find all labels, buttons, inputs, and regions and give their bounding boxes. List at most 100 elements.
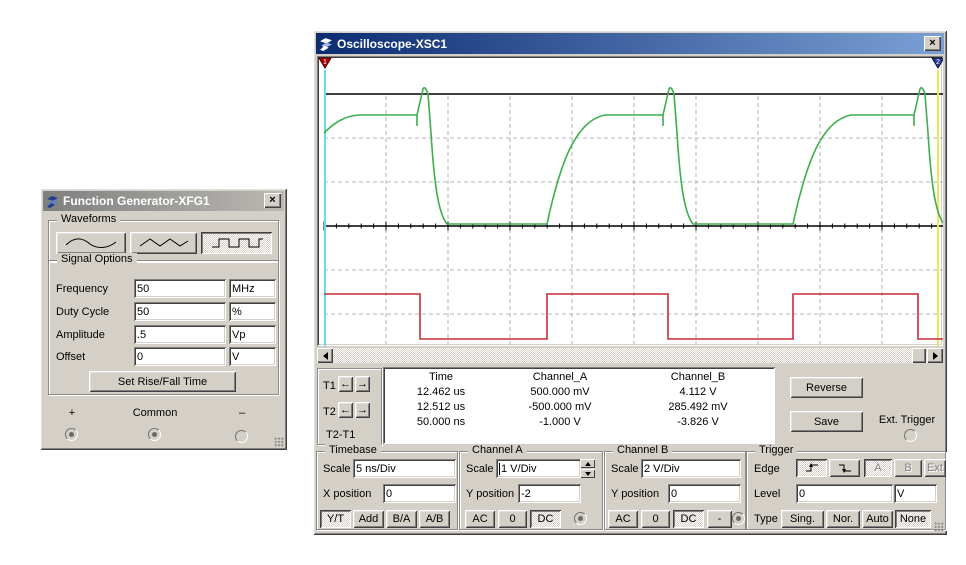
trigger-group: Trigger Edge A B Ext Level 0 V Type Sing… [746,451,946,530]
triangle-wave-button[interactable] [130,232,197,254]
duty-cycle-label: Duty Cycle [56,306,109,318]
fg-titlebar[interactable]: Function Generator-XFG1 × [43,191,284,211]
trigger-source-b-button[interactable]: B [894,459,922,477]
trigger-level-input[interactable]: 0 [796,484,893,503]
frequency-input[interactable]: 50 [134,279,226,298]
channel-b-zero-button[interactable]: 0 [641,510,670,528]
channel-a-scale-input[interactable]: 1 V/Div [496,459,581,478]
amplitude-unit-input[interactable]: Vp [229,325,276,344]
square-wave-button[interactable] [201,232,272,254]
trigger-type-sing-button[interactable]: Sing. [781,510,824,528]
channel-b-ac-button[interactable]: AC [608,510,638,528]
amplitude-input[interactable]: .5 [134,325,226,344]
scope-titlebar[interactable]: Oscilloscope-XSC1 × [316,33,944,54]
terminal-common-label: Common [125,407,185,419]
timebase-ba-button[interactable]: B/A [386,510,417,528]
terminal-common-radio[interactable] [148,428,161,441]
window-icon [319,37,333,51]
timebase-scale-input[interactable]: 5 ns/Div [353,459,456,478]
terminal-minus-label: – [234,407,250,419]
channel-a-terminal[interactable] [574,512,587,525]
timebase-group-label: Timebase [325,444,381,456]
trigger-level-unit-input[interactable]: V [894,484,937,503]
scrollbar-thumb[interactable] [912,348,926,363]
ext-trigger-terminal[interactable] [904,429,917,442]
set-rise-fall-time-button[interactable]: Set Rise/Fall Time [89,371,236,392]
trigger-level-label: Level [754,488,780,500]
channel-b-yposition-input[interactable]: 0 [668,484,741,503]
frequency-label: Frequency [56,283,108,295]
spinner-up-button[interactable] [580,459,595,468]
t1-left-button[interactable]: ← [338,376,353,392]
sine-wave-button[interactable] [56,232,126,254]
timebase-ab-button[interactable]: A/B [419,510,450,528]
square-wave-icon [208,235,266,251]
offset-label: Offset [56,351,85,363]
waveforms-group-label: Waveforms [57,213,120,225]
trigger-source-ext-button[interactable]: Ext [924,459,946,477]
t2-channel-a-value: -500.000 mV [495,401,625,413]
timebase-yt-button[interactable]: Y/T [320,510,351,528]
terminal-plus-radio[interactable] [65,428,78,441]
trigger-type-label: Type [754,513,778,525]
falling-edge-icon [838,462,852,474]
channel-b-dc-button[interactable]: DC [673,510,704,528]
scope-close-button[interactable]: × [924,36,941,51]
channel-b-yposition-label: Y position [611,488,659,500]
desktop: { "icons": { "close": "×", "left_arrow":… [0,0,966,565]
oscilloscope-window: Oscilloscope-XSC1 × 12 T1 ← → T2 ← → T2-… [313,30,947,535]
channel-b-terminal[interactable] [732,512,745,525]
channel-a-yposition-label: Y position [466,488,514,500]
reverse-button[interactable]: Reverse [790,377,863,398]
dt-channel-a-value: -1.000 V [495,416,625,428]
scope-display[interactable]: 12 [317,56,943,346]
trigger-type-none-button[interactable]: None [895,510,931,528]
trigger-falling-edge-button[interactable] [829,459,860,477]
t1-right-button[interactable]: → [355,376,370,392]
timebase-group: Timebase Scale 5 ns/Div X position 0 Y/T… [316,451,458,530]
t2-right-button[interactable]: → [355,402,370,418]
close-icon: × [269,195,275,206]
channel-a-scale-spinner [580,459,595,478]
right-arrow-icon: → [357,404,368,416]
channel-a-group: Channel A Scale 1 V/Div Y position -2 AC… [459,451,603,530]
terminal-minus-radio[interactable] [235,430,248,443]
channel-a-ac-button[interactable]: AC [465,510,495,528]
scroll-right-button[interactable] [927,348,943,363]
scope-window-title: Oscilloscope-XSC1 [337,37,447,51]
svg-text:2: 2 [936,59,940,66]
fg-resize-grip[interactable] [274,437,284,447]
channel-b-minus-button[interactable]: - [707,510,732,528]
duty-cycle-unit-input[interactable]: % [229,302,276,321]
channel-a-dc-button[interactable]: DC [530,510,561,528]
trigger-type-auto-button[interactable]: Auto [862,510,893,528]
text-caret [499,463,500,475]
offset-input[interactable]: 0 [134,347,226,366]
function-generator-window: Function Generator-XFG1 × Waveforms Sign… [40,188,287,450]
channel-a-zero-button[interactable]: 0 [498,510,527,528]
signal-options-group: Signal Options Frequency 50 MHz Duty Cyc… [48,260,279,395]
offset-unit-input[interactable]: V [229,347,276,366]
timebase-add-button[interactable]: Add [353,510,384,528]
scroll-left-icon [319,352,328,360]
sine-wave-icon [61,235,121,251]
save-button[interactable]: Save [790,411,863,432]
channel-b-scale-input[interactable]: 2 V/Div [641,459,741,478]
frequency-unit-input[interactable]: MHz [229,279,276,298]
trigger-rising-edge-button[interactable] [796,459,827,477]
t1-time-value: 12.462 us [391,386,491,398]
display-hscrollbar[interactable] [317,348,943,363]
duty-cycle-input[interactable]: 50 [134,302,226,321]
channel-a-yposition-input[interactable]: -2 [518,484,581,503]
t2-left-button[interactable]: ← [338,402,353,418]
timebase-xposition-input[interactable]: 0 [383,484,456,503]
spinner-down-button[interactable] [580,469,595,478]
t2-time-value: 12.512 us [391,401,491,413]
trigger-type-nor-button[interactable]: Nor. [826,510,860,528]
trigger-source-a-button[interactable]: A [864,459,892,477]
fg-close-button[interactable]: × [264,193,281,208]
t2-t1-label: T2-T1 [326,429,355,441]
scope-resize-grip[interactable] [934,522,944,532]
cursor-readout-table: Time Channel_A Channel_B 12.462 us 500.0… [383,367,775,444]
scroll-left-button[interactable] [317,348,333,363]
